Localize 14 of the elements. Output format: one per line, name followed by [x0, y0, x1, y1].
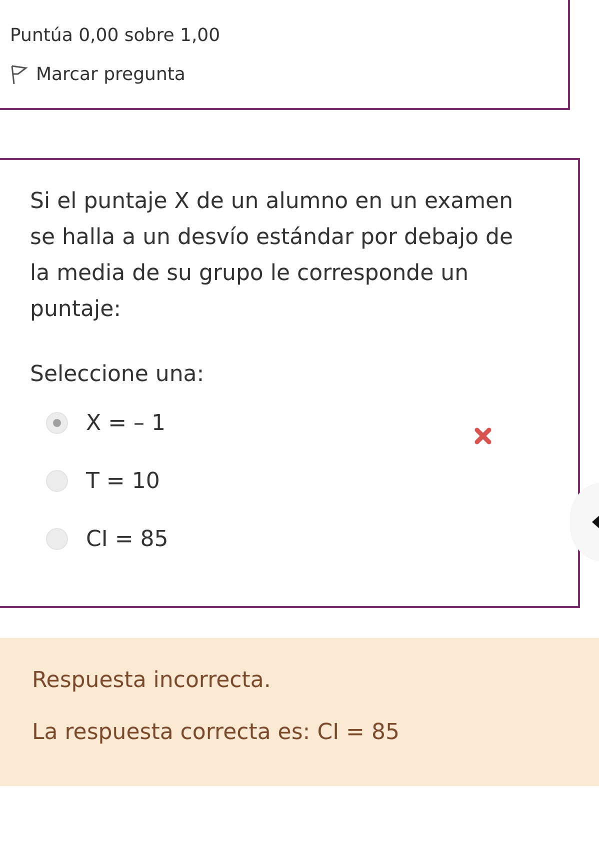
prompt-text: Seleccione una: — [30, 361, 206, 389]
radio-button[interactable] — [46, 470, 68, 492]
grade-text: Puntúa 0,00 sobre 1,00 — [10, 26, 222, 46]
option-label[interactable]: CI = 85 — [86, 526, 456, 552]
left-arrow-icon — [592, 513, 599, 531]
flag-icon — [10, 64, 28, 84]
radio-button[interactable] — [46, 412, 68, 434]
question-text: Si el puntaje X de un alumno en un examen se halla a un desvío estándar por debajo de la media de su grupo le corresponde un puntaje: — [30, 188, 514, 324]
option-label[interactable]: T = 10 — [86, 468, 456, 494]
correct-answer-text: La respuesta correcta es: CI = 85 — [32, 719, 400, 747]
flag-question-link[interactable]: Marcar pregunta — [36, 64, 186, 85]
radio-button[interactable] — [46, 528, 68, 550]
option-label[interactable]: X = – 1 — [86, 410, 456, 436]
verdict-text: Respuesta incorrecta. — [32, 667, 272, 695]
